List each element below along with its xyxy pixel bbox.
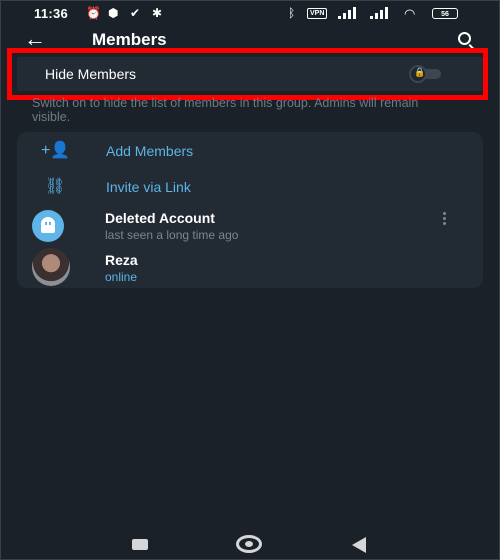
ghost-icon <box>41 217 55 233</box>
settings-icon: ✱ <box>152 6 163 20</box>
member-name: Deleted Account <box>105 210 215 226</box>
add-user-icon: +👤 <box>41 142 71 159</box>
signal-icon-2 <box>370 7 392 19</box>
wifi-icon: ◠ <box>404 6 416 21</box>
search-icon[interactable] <box>458 32 471 45</box>
back-arrow-icon[interactable]: ← <box>24 28 46 50</box>
page-title: Members <box>92 30 167 49</box>
status-bar: 11:36 ⏰ ⬢ ✔ ✱ ᛒ VPN ◠ 56 <box>0 0 500 26</box>
battery-icon: 56 <box>432 8 458 19</box>
link-icon: ⛓ <box>45 178 66 195</box>
add-members-button[interactable]: +👤 Add Members <box>17 134 483 168</box>
member-row-reza[interactable]: Reza online <box>17 248 483 290</box>
highlight-box <box>7 48 488 100</box>
bluetooth-icon: ᛒ <box>288 6 296 20</box>
member-status: online <box>105 270 138 284</box>
invite-link-button[interactable]: ⛓ Invite via Link <box>17 170 483 204</box>
member-status: last seen a long time ago <box>105 228 239 242</box>
recents-button[interactable] <box>132 539 148 550</box>
check-icon: ✔ <box>130 6 141 20</box>
clock: 11:36 <box>34 6 69 21</box>
hide-members-description: Switch on to hide the list of members in… <box>32 96 419 124</box>
signal-icon <box>338 7 360 19</box>
members-card: +👤 Add Members ⛓ Invite via Link Deleted… <box>17 132 483 288</box>
back-button[interactable] <box>352 537 366 553</box>
shield-icon: ⬢ <box>108 6 119 20</box>
avatar <box>32 210 64 242</box>
vpn-icon: VPN <box>307 8 328 19</box>
member-name: Reza <box>105 252 138 268</box>
alarm-icon: ⏰ <box>86 6 101 20</box>
avatar-photo <box>32 248 70 286</box>
invite-link-label: Invite via Link <box>106 179 191 195</box>
add-members-label: Add Members <box>106 143 194 159</box>
more-options-icon[interactable] <box>441 212 447 228</box>
home-button[interactable] <box>236 535 262 553</box>
system-nav-bar <box>0 528 500 560</box>
member-row-deleted-account[interactable]: Deleted Account last seen a long time ag… <box>17 206 483 248</box>
